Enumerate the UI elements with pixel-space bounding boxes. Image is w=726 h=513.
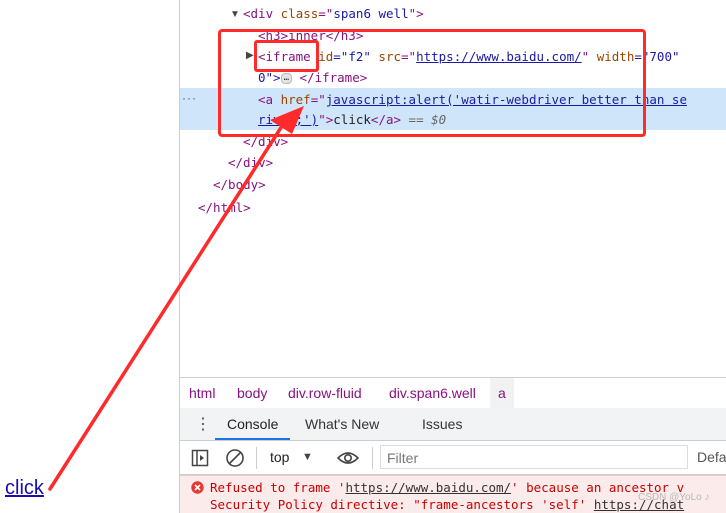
annotation-arrow <box>48 106 304 491</box>
